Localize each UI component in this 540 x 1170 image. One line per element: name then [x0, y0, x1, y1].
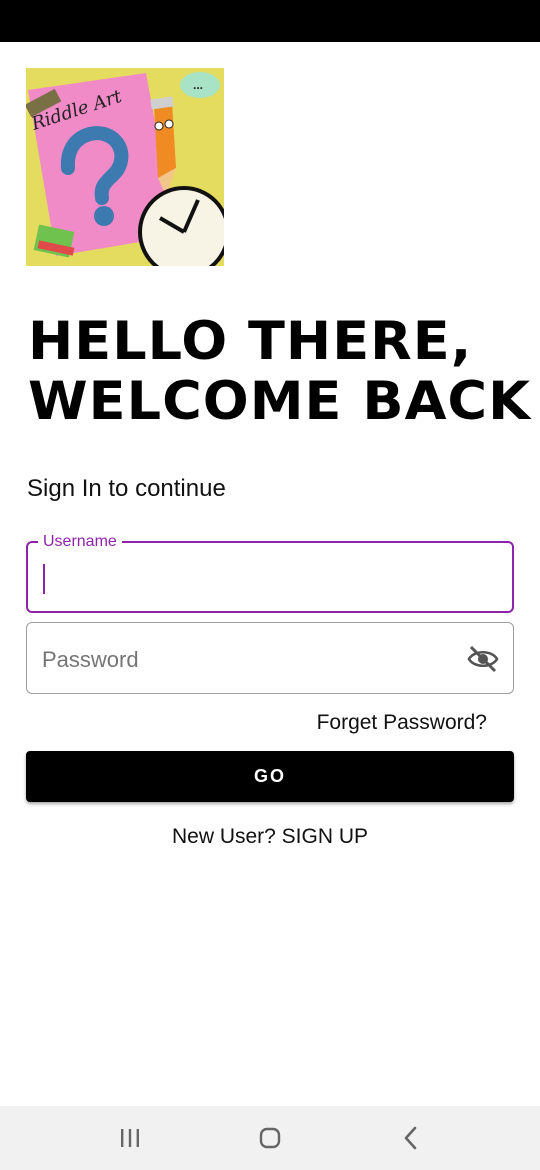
visibility-off-icon[interactable] — [467, 645, 499, 673]
headline-line-1: HELLO THERE, — [28, 311, 473, 372]
password-placeholder: Password — [42, 647, 139, 672]
home-icon[interactable] — [250, 1122, 290, 1154]
status-bar — [0, 0, 540, 42]
username-label: Username — [38, 533, 122, 551]
riddle-art-logo: ... Riddle Art — [26, 68, 224, 266]
svg-text:...: ... — [193, 78, 203, 92]
welcome-headline: HELLO THERE, WELCOME BACK — [28, 312, 530, 432]
sign-in-subtitle: Sign In to continue — [27, 475, 226, 502]
recents-icon[interactable] — [110, 1122, 150, 1154]
forgot-password-link[interactable]: Forget Password? — [317, 711, 487, 735]
username-field[interactable]: Username — [26, 533, 514, 613]
system-navigation-bar — [0, 1106, 540, 1170]
logo-illustration: ... Riddle Art — [26, 68, 224, 266]
go-button[interactable]: GO — [26, 751, 514, 802]
text-caret — [43, 564, 45, 594]
sign-up-link[interactable]: New User? SIGN UP — [0, 825, 540, 849]
headline-line-2: WELCOME BACK — [28, 371, 532, 432]
back-icon[interactable] — [390, 1122, 430, 1154]
password-field[interactable]: Password — [26, 622, 514, 694]
